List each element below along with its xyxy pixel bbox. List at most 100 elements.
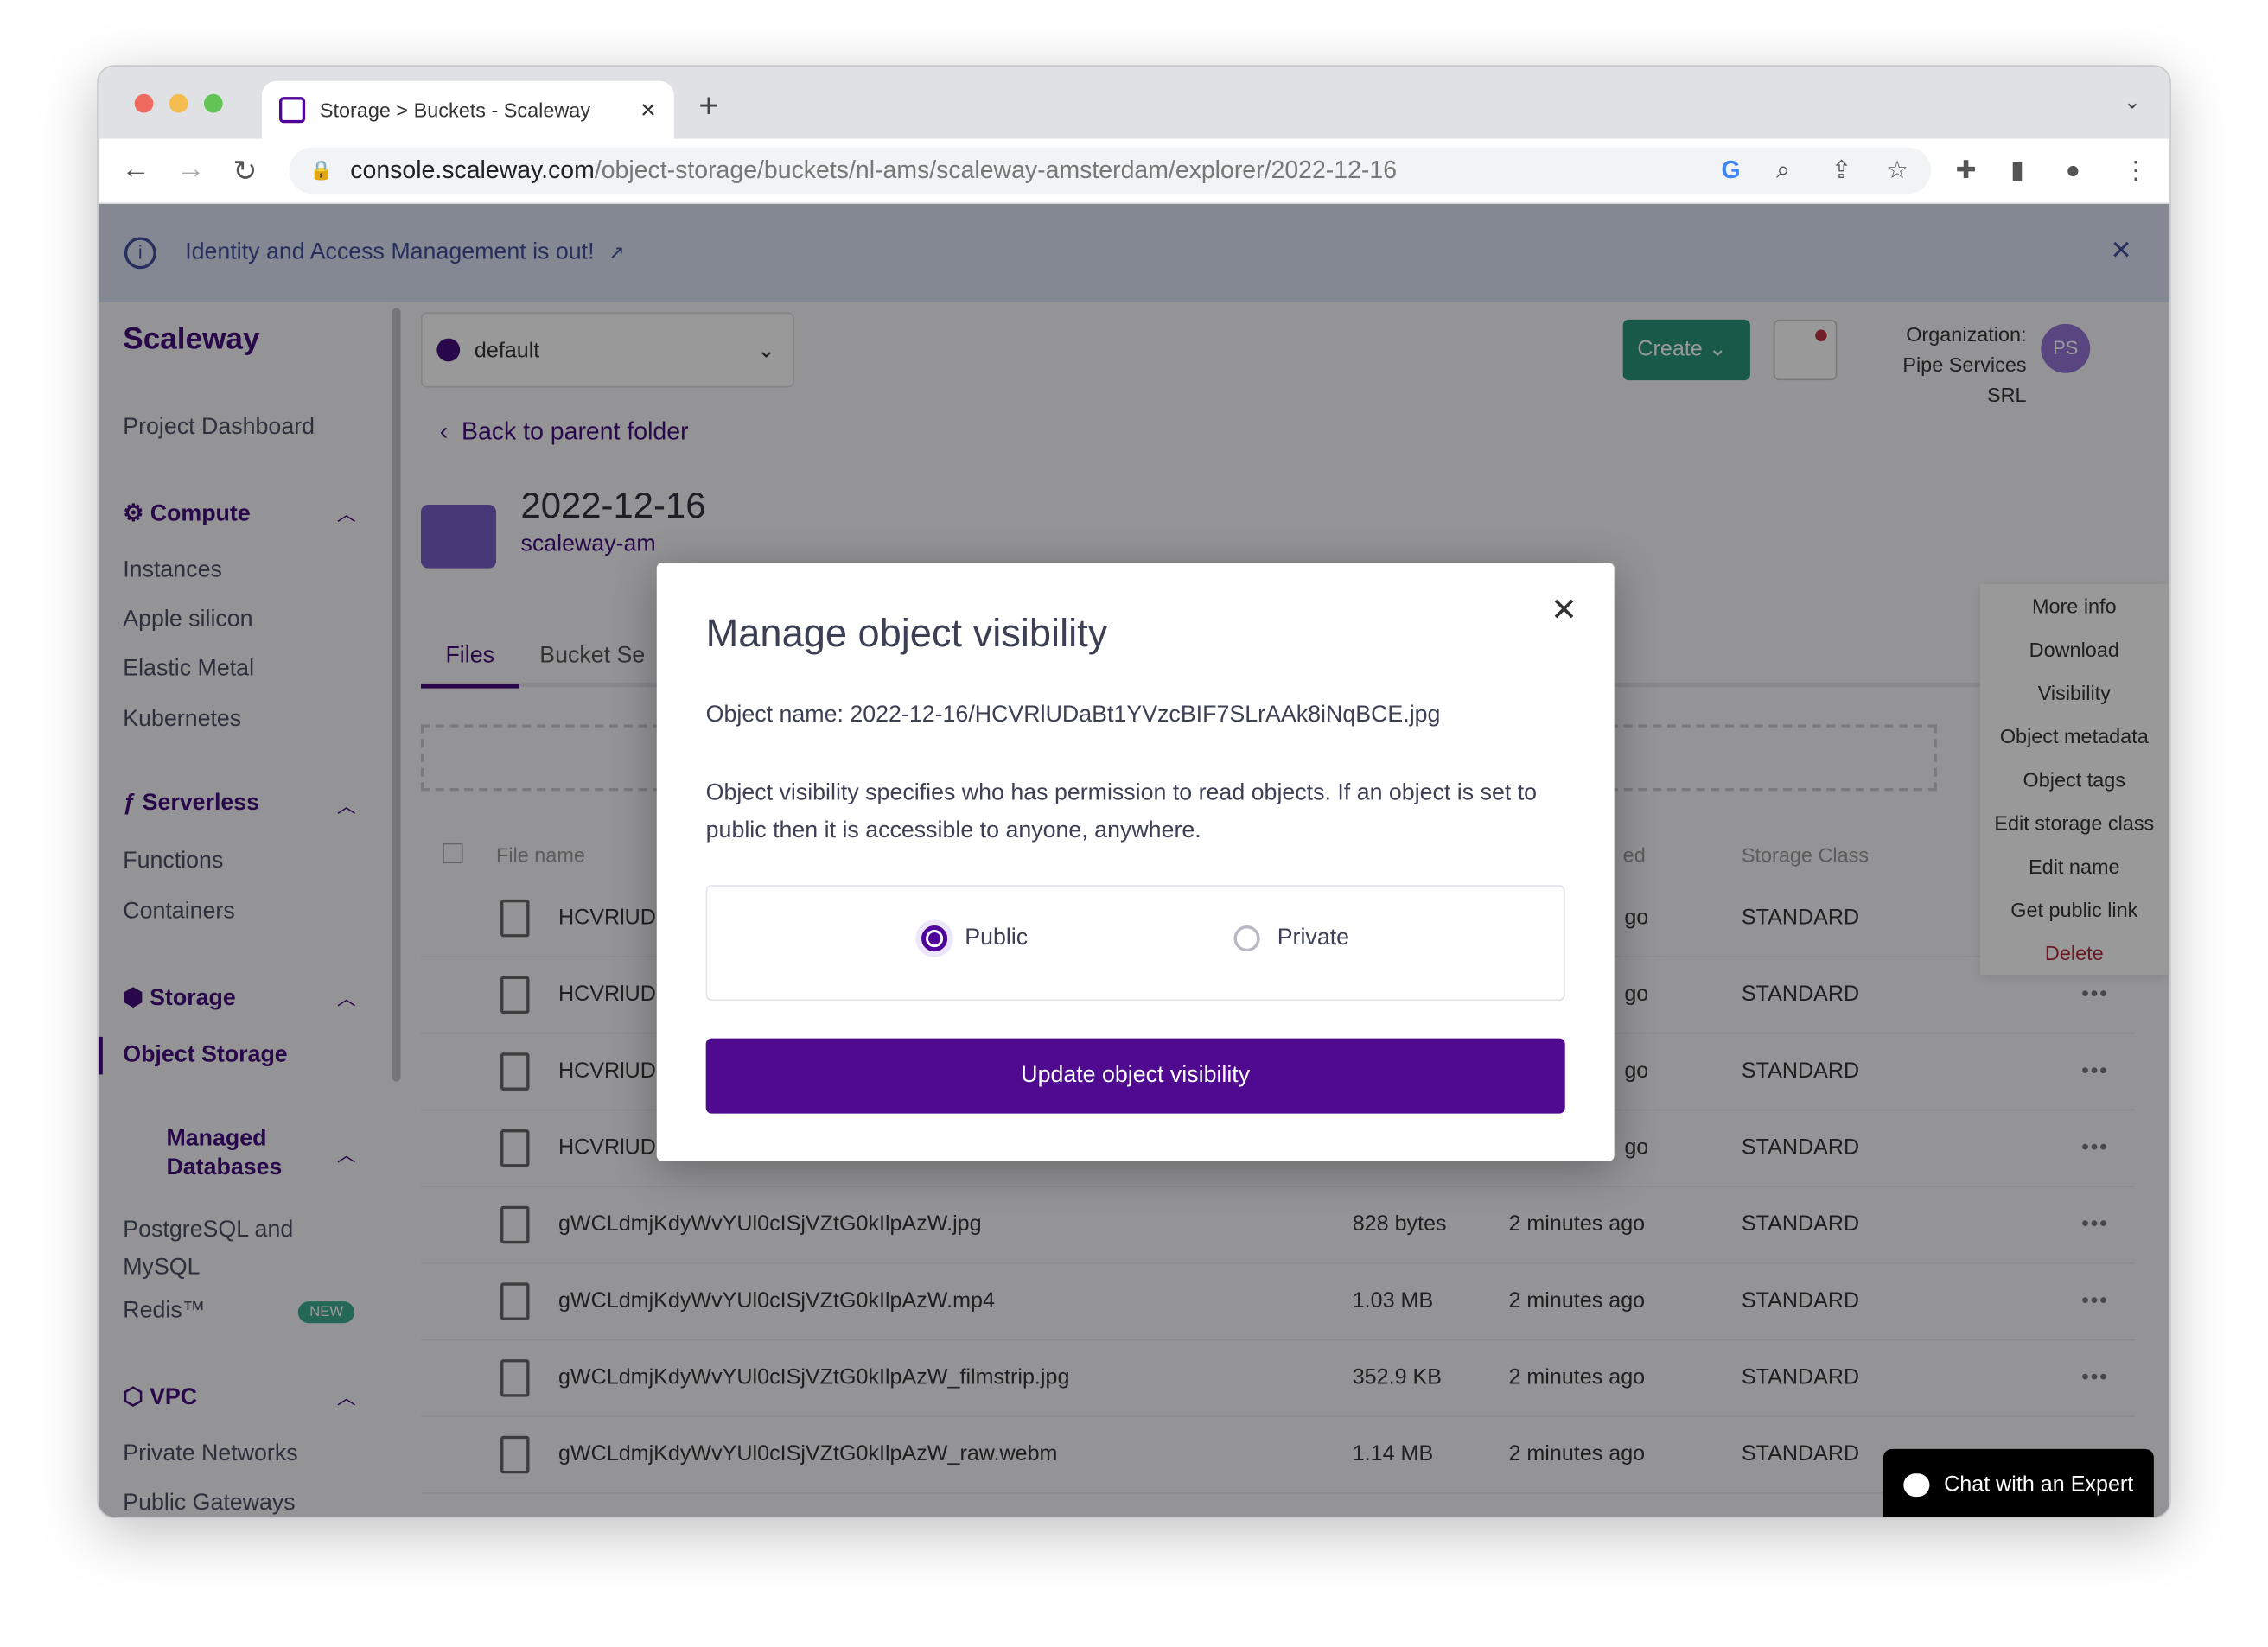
avatar[interactable]: PS [2041,323,2091,373]
project-selector[interactable]: default ⌄ [420,312,794,388]
close-tab-icon[interactable]: ✕ [640,98,657,122]
menu-item-get-public-link[interactable]: Get public link [1980,888,2169,932]
column-modified[interactable]: ed [1623,843,1646,867]
share-icon[interactable]: ⇪ [1832,156,1852,185]
close-modal-icon[interactable]: ✕ [1551,591,1577,629]
chevron-up-icon[interactable]: ︿ [337,1140,356,1167]
active-indicator [98,1036,103,1075]
chevron-up-icon[interactable]: ︿ [337,983,356,1011]
browser-menu-icon[interactable]: ⋮ [2124,156,2148,185]
scaleway-logo[interactable]: Scaleway [123,322,259,357]
sidebar-item-containers[interactable]: Containers [123,900,234,925]
menu-item-more-info[interactable]: More info [1980,584,2169,627]
new-tab-icon[interactable]: + [698,86,718,127]
zoom-icon[interactable]: ⌕ [1776,156,1790,185]
select-all-checkbox[interactable] [443,843,463,864]
file-name[interactable]: gWCLdmjKdyWvYUl0cISjVZtG0kIlpAzW.jpg [558,1211,982,1236]
menu-item-object-metadata[interactable]: Object metadata [1980,715,2169,758]
column-file-name[interactable]: File name [496,843,585,867]
forward-arrow-icon[interactable]: → [176,153,205,186]
organization-info[interactable]: Organization: Pipe Services SRL [1860,320,2026,410]
file-name[interactable]: HCVRlUD [558,982,656,1006]
sidebar-scrollbar[interactable] [392,308,401,1082]
file-name[interactable]: gWCLdmjKdyWvYUl0cISjVZtG0kIlpAzW.mp4 [558,1288,995,1313]
tab-files[interactable]: Files [420,644,519,689]
file-name[interactable]: gWCLdmjKdyWvYUl0cISjVZtG0kIlpAzW_filmstr… [558,1365,1069,1389]
sidebar-item-postgresql-mysql[interactable]: PostgreSQL and MySQL [123,1211,325,1287]
file-name[interactable]: HCVRlUD [558,906,656,930]
radio-private[interactable]: Private [1233,925,1349,952]
more-actions-icon[interactable]: ••• [2081,1288,2108,1313]
update-visibility-button[interactable]: Update object visibility [705,1038,1565,1114]
more-actions-icon[interactable]: ••• [2081,1365,2108,1389]
chevron-up-icon[interactable]: ︿ [337,1383,356,1410]
sidebar-item-elastic-metal[interactable]: Elastic Metal [123,657,254,683]
bucket-name[interactable]: scaleway-am [520,532,655,558]
sidebar-item-functions[interactable]: Functions [123,849,223,874]
file-name[interactable]: gWCLdmjKdyWvYUl0cISjVZtG0kIlpAzW_raw.web… [558,1441,1058,1466]
chevron-up-icon[interactable]: ︿ [337,791,356,818]
back-arrow-icon[interactable]: ← [122,153,150,186]
sidebar-item-private-networks[interactable]: Private Networks [123,1441,297,1467]
sidebar: Scaleway Project Dashboard ⚙ Compute ︿ I… [98,302,388,1517]
sidebar-section-serverless[interactable]: ƒ Serverless [123,791,259,817]
notifications-button[interactable] [1773,319,1838,381]
table-row[interactable]: gWCLdmjKdyWvYUl0cISjVZtG0kIlpAzW_filmstr… [420,1340,2136,1418]
sidebar-section-vpc[interactable]: ⬡ VPC [123,1383,197,1411]
menu-item-download[interactable]: Download [1980,627,2169,671]
sidebar-item-object-storage[interactable]: Object Storage [123,1043,287,1069]
banner-link[interactable]: Identity and Access Management is out! [185,240,594,266]
sidebar-section-managed-databases[interactable]: Managed Databases [123,1125,311,1183]
tab-bucket-settings[interactable]: Bucket Se [539,644,645,670]
file-icon [500,1129,530,1167]
menu-item-visibility[interactable]: Visibility [1980,671,2169,715]
sidebar-item-project-dashboard[interactable]: Project Dashboard [123,415,315,441]
close-window-button[interactable] [134,93,154,113]
close-banner-icon[interactable]: ✕ [2110,236,2131,266]
radio-checked-icon[interactable] [921,925,948,952]
minimize-window-button[interactable] [169,93,188,113]
column-storage-class[interactable]: Storage Class [1742,843,1869,867]
table-row[interactable]: gWCLdmjKdyWvYUl0cISjVZtG0kIlpAzW.jpg 828… [420,1187,2136,1264]
file-icon [500,1205,530,1244]
sidebar-item-instances[interactable]: Instances [123,558,222,584]
tab-list-chevron-icon[interactable]: ⌄ [2124,90,2141,114]
more-actions-icon[interactable]: ••• [2081,1135,2108,1160]
modal-title: Manage object visibility [705,611,1108,656]
menu-item-object-tags[interactable]: Object tags [1980,758,2169,801]
menu-item-edit-name[interactable]: Edit name [1980,844,2169,887]
file-icon [500,899,530,938]
radio-public[interactable]: Public [921,925,1028,952]
sidebar-section-storage[interactable]: ⬢ Storage [123,983,236,1012]
menu-item-edit-storage-class[interactable]: Edit storage class [1980,801,2169,844]
sidebar-item-apple-silicon[interactable]: Apple silicon [123,607,252,633]
back-to-parent-link[interactable]: ‹ Back to parent folder [440,418,689,447]
radio-unchecked-icon[interactable] [1233,925,1260,952]
sidebar-item-redis[interactable]: Redis™ [123,1299,205,1325]
url-input[interactable]: 🔒 console.scaleway.com/object-storage/bu… [289,147,1932,194]
more-actions-icon[interactable]: ••• [2081,982,2108,1006]
profile-icon[interactable]: ● [2066,156,2080,185]
more-actions-icon[interactable]: ••• [2081,1059,2108,1083]
table-row[interactable]: gWCLdmjKdyWvYUl0cISjVZtG0kIlpAzW_raw.web… [420,1417,2136,1494]
chevron-up-icon[interactable]: ︿ [337,499,356,526]
bookmark-star-icon[interactable]: ☆ [1886,156,1908,185]
side-panel-icon[interactable]: ▮ [2010,156,2024,185]
file-name[interactable]: HCVRlUD [558,1135,656,1160]
sidebar-section-compute[interactable]: ⚙ Compute [123,499,250,527]
browser-tab[interactable]: Storage > Buckets - Scaleway ✕ [261,80,674,139]
storage-class: STANDARD [1741,1135,1860,1161]
extensions-icon[interactable]: ✚ [1956,156,1977,185]
chat-with-expert-button[interactable]: Chat with an Expert [1883,1448,2154,1517]
sidebar-item-kubernetes[interactable]: Kubernetes [123,707,241,733]
more-actions-icon[interactable]: ••• [2081,1211,2108,1236]
reload-icon[interactable]: ↻ [233,153,257,189]
table-row[interactable]: gWCLdmjKdyWvYUl0cISjVZtG0kIlpAzW.mp4 1.0… [420,1264,2136,1341]
google-icon[interactable]: G [1721,156,1740,185]
menu-item-delete[interactable]: Delete [1980,932,2169,975]
create-button[interactable]: Create ⌄ [1622,319,1750,381]
maximize-window-button[interactable] [203,93,223,113]
sidebar-item-public-gateways[interactable]: Public Gateways [123,1491,295,1517]
scaleway-favicon-icon [278,97,306,124]
file-name[interactable]: HCVRlUD [558,1059,656,1083]
